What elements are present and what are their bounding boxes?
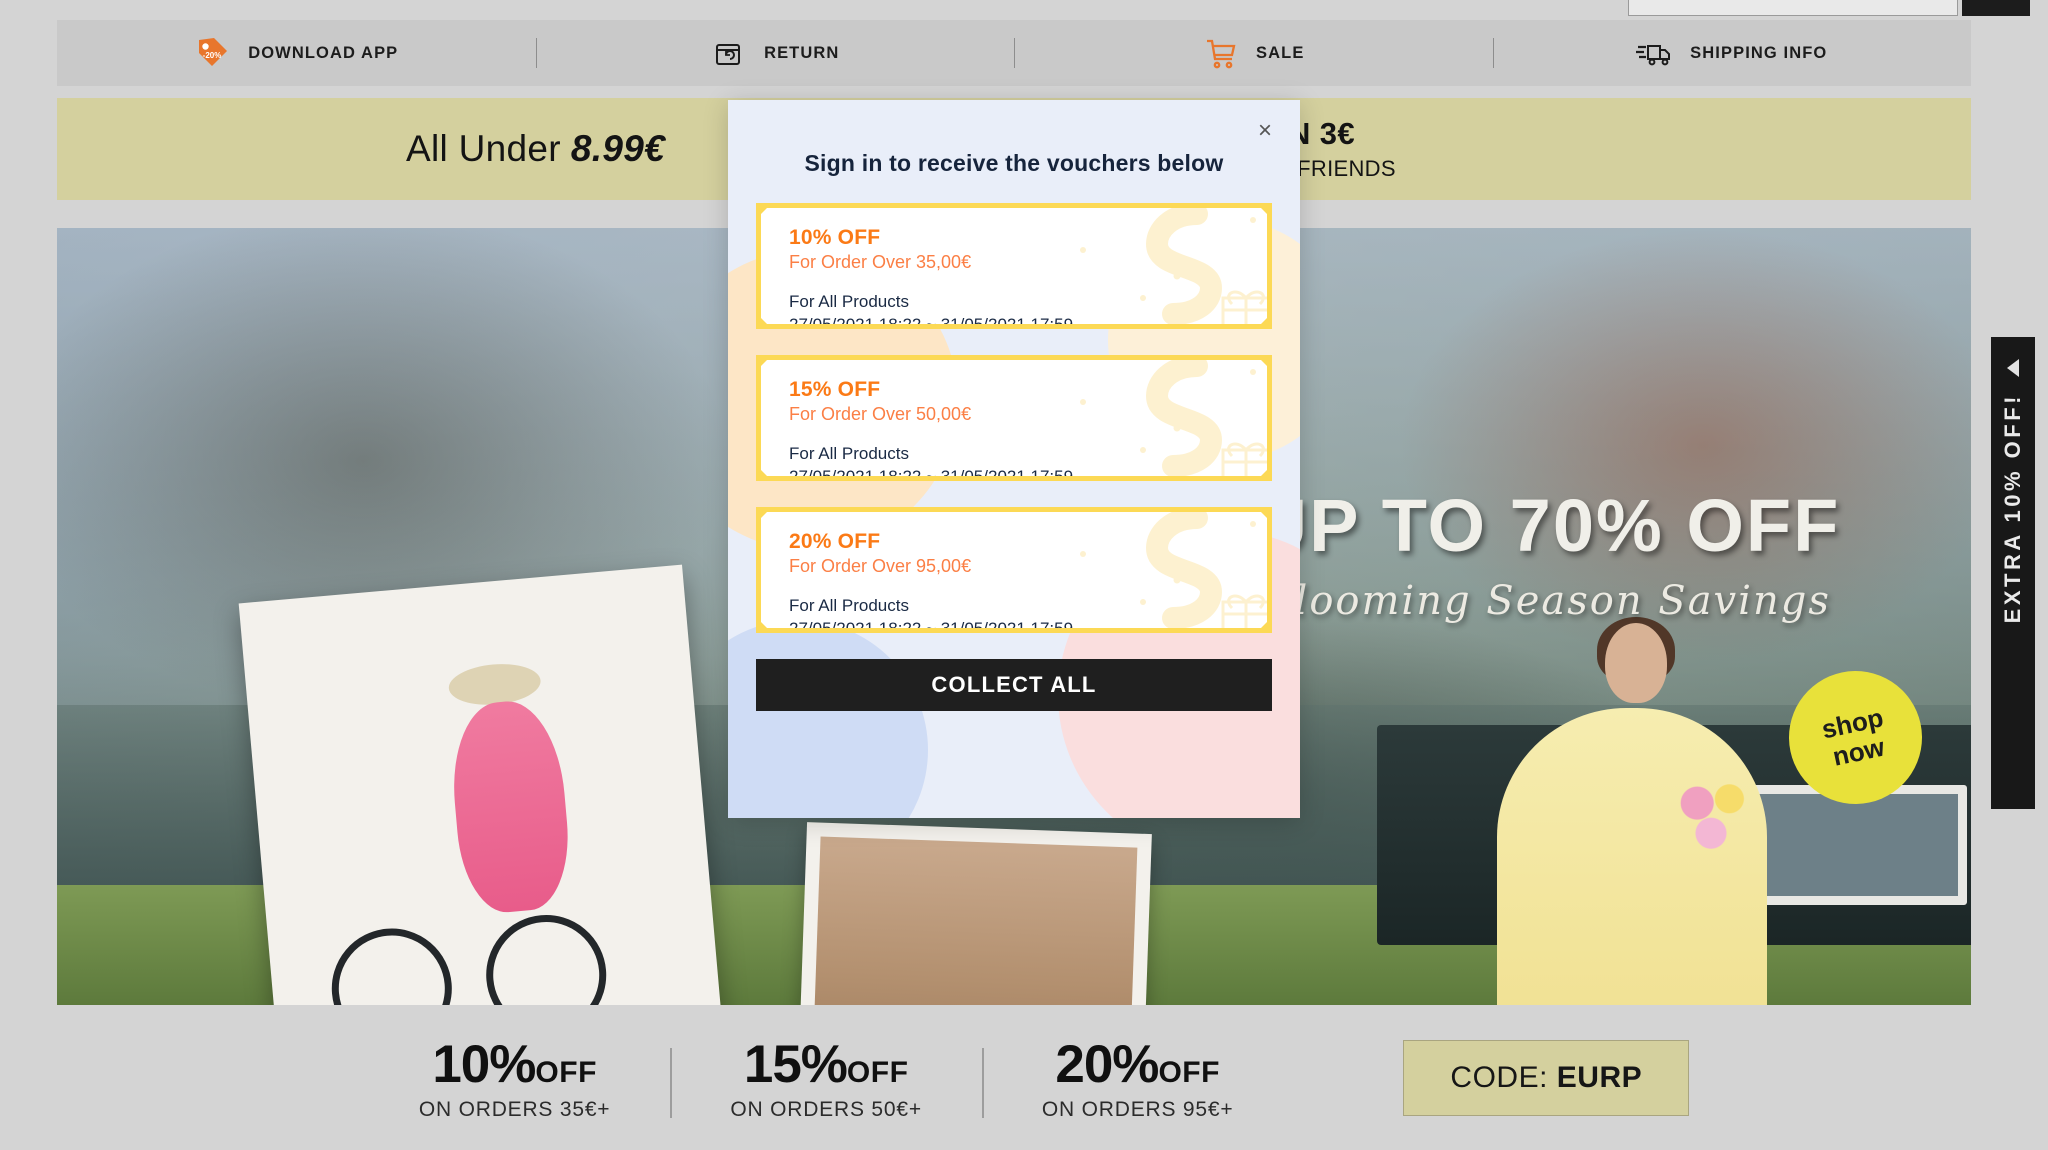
bottom-offer-off-label: OFF: [846, 1055, 909, 1089]
service-bar: -20% DOWNLOAD APP RETURN SALE SHIPPING I…: [57, 20, 1971, 86]
return-box-icon: [710, 35, 746, 71]
service-item-label: RETURN: [764, 43, 840, 62]
voucher-validity: 27/05/2021 18:22 ~ 31/05/2021 17:59: [789, 619, 1267, 628]
bottom-offer-headline: 15% OFF: [744, 1034, 909, 1095]
side-tab-extra-discount[interactable]: EXTRA 10% OFF!: [1991, 337, 2035, 809]
voucher-minimum: For Order Over 35,00€: [789, 252, 972, 272]
delivery-truck-icon: [1636, 35, 1672, 71]
voucher-modal: × Sign in to receive the vouchers below: [728, 100, 1300, 818]
promo-code-value: EURP: [1556, 1060, 1643, 1094]
voucher-scope: For All Products: [789, 596, 909, 615]
bottom-offer-condition: ON ORDERS 50€+: [730, 1097, 922, 1121]
bottom-offer-percent: 20%: [1055, 1034, 1159, 1094]
service-item-label: SALE: [1256, 43, 1305, 62]
search-submit-button[interactable]: [1962, 0, 2030, 16]
polaroid-photo: [258, 584, 706, 1005]
voucher-scope: For All Products: [789, 292, 909, 311]
bottom-offer-percent: 15%: [743, 1034, 848, 1094]
voucher-minimum: For Order Over 50,00€: [789, 404, 972, 424]
bottom-offer-percent: 10%: [432, 1034, 536, 1094]
promo-code-prefix: CODE:: [1450, 1060, 1557, 1094]
bottom-offer-off-label: OFF: [1158, 1055, 1220, 1089]
bottom-offer-item: 20% OFF ON ORDERS 95€+: [981, 1034, 1294, 1122]
bottom-offer-item: 15% OFF ON ORDERS 50€+: [670, 1034, 982, 1122]
voucher-card-body: 20% OFF For Order Over 95,00€ For All Pr…: [761, 512, 1267, 628]
voucher-card[interactable]: 10% OFF For Order Over 35,00€ For All Pr…: [756, 203, 1272, 329]
search-input[interactable]: [1628, 0, 1958, 16]
voucher-list: 10% OFF For Order Over 35,00€ For All Pr…: [728, 203, 1300, 633]
hero-polaroid-center: [797, 822, 1152, 1005]
modal-title: Sign in to receive the vouchers below: [804, 150, 1224, 176]
voucher-scope: For All Products: [789, 444, 909, 463]
bottom-offer-item: 10% OFF ON ORDERS 35€+: [359, 1034, 671, 1122]
voucher-card-body: 15% OFF For Order Over 50,00€ For All Pr…: [761, 360, 1267, 476]
voucher-percent: 20% OFF: [789, 530, 881, 553]
bottom-offer-condition: ON ORDERS 35€+: [418, 1097, 611, 1121]
close-icon[interactable]: ×: [1250, 116, 1280, 146]
model-flower-bouquet: [1665, 773, 1757, 859]
bottom-offer-off-label: OFF: [535, 1055, 597, 1089]
chevron-left-icon: [2007, 359, 2019, 377]
promo-amount: 8.99€: [570, 128, 665, 169]
discount-tag-icon: -20%: [194, 35, 230, 71]
promo-prefix: All Under: [406, 128, 561, 169]
model-head: [1605, 623, 1667, 703]
polaroid-photo: [812, 836, 1138, 1005]
bottom-offer-headline: 20% OFF: [1055, 1034, 1220, 1095]
svg-text:-20%: -20%: [203, 51, 222, 60]
voucher-card-body: 10% OFF For Order Over 35,00€ For All Pr…: [761, 208, 1267, 324]
service-item-label: DOWNLOAD APP: [248, 43, 399, 62]
bottom-offer-headline: 10% OFF: [432, 1034, 597, 1095]
voucher-card[interactable]: 15% OFF For Order Over 50,00€ For All Pr…: [756, 355, 1272, 481]
voucher-validity: 27/05/2021 18:22 ~ 31/05/2021 17:59: [789, 467, 1267, 476]
bottom-offer-list: 10% OFF ON ORDERS 35€+ 15% OFF ON ORDERS…: [359, 1034, 1690, 1122]
side-tab-label: EXTRA 10% OFF!: [2000, 393, 2025, 624]
service-item-shipping-info[interactable]: SHIPPING INFO: [1492, 20, 1972, 86]
voucher-validity: 27/05/2021 18:22 ~ 31/05/2021 17:59: [789, 315, 1267, 324]
bottom-offer-bar: 10% OFF ON ORDERS 35€+ 15% OFF ON ORDERS…: [0, 1005, 2048, 1150]
voucher-percent: 15% OFF: [789, 378, 881, 401]
bottom-offer-condition: ON ORDERS 95€+: [1041, 1097, 1234, 1121]
service-item-label: SHIPPING INFO: [1690, 43, 1828, 62]
shopping-cart-icon: [1202, 35, 1238, 71]
hero-model: [1497, 617, 1767, 1005]
voucher-minimum: For Order Over 95,00€: [789, 556, 972, 576]
hero-polaroid-left: [238, 564, 731, 1005]
service-item-return[interactable]: RETURN: [535, 20, 1015, 86]
page-root: -20% DOWNLOAD APP RETURN SALE SHIPPING I…: [0, 0, 2048, 1150]
collect-all-button[interactable]: COLLECT ALL: [756, 659, 1272, 711]
decorative-blob: [728, 620, 928, 818]
voucher-card[interactable]: 20% OFF For Order Over 95,00€ For All Pr…: [756, 507, 1272, 633]
service-item-sale[interactable]: SALE: [1014, 20, 1493, 86]
top-strip: [0, 0, 2048, 20]
voucher-percent: 10% OFF: [789, 226, 881, 249]
promo-code-box[interactable]: CODE: EURP: [1403, 1039, 1690, 1116]
service-item-download-app[interactable]: -20% DOWNLOAD APP: [57, 20, 536, 86]
